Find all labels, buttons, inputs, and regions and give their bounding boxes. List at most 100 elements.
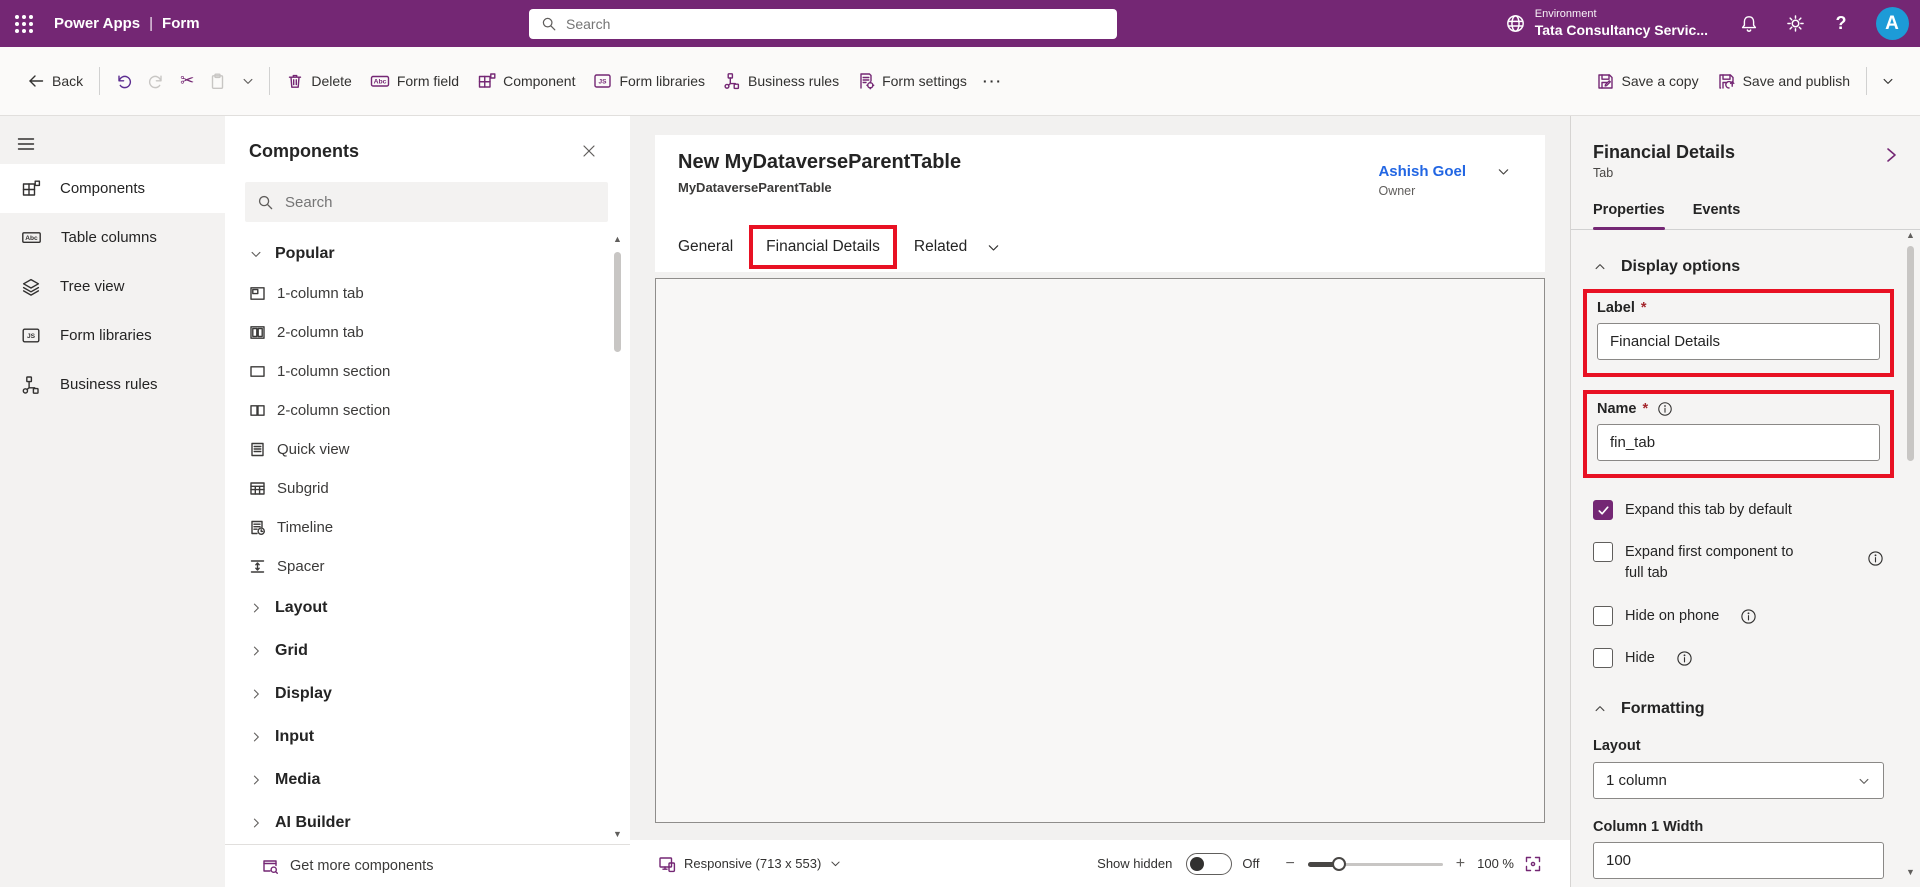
notifications-button[interactable] [1726, 0, 1772, 47]
components-search[interactable] [245, 182, 608, 222]
component-item-2-column-tab[interactable]: 2-column tab [249, 313, 630, 352]
zoom-out-button[interactable]: − [1281, 855, 1298, 873]
save-and-publish-button[interactable]: Save and publish [1708, 59, 1859, 103]
business-rules-button[interactable]: Business rules [714, 59, 848, 103]
label-input[interactable] [1597, 323, 1880, 360]
component-item-1-column-section[interactable]: 1-column section [249, 352, 630, 391]
environment-name: Tata Consultancy Servic... [1534, 21, 1708, 38]
components-scrollbar[interactable]: ▲ ▼ [610, 232, 625, 841]
form-settings-button[interactable]: Form settings [848, 59, 976, 103]
chevron-down-icon[interactable] [1496, 164, 1511, 179]
scrollbar-thumb[interactable] [614, 252, 621, 352]
formatting-section-header[interactable]: Formatting [1593, 700, 1884, 718]
scroll-up-arrow[interactable]: ▲ [1906, 228, 1915, 242]
cut-button[interactable]: ✂ [173, 59, 201, 103]
global-search-input[interactable] [566, 16, 1105, 32]
info-icon[interactable] [1657, 401, 1673, 417]
zoom-slider[interactable] [1307, 856, 1443, 871]
component-button[interactable]: Component [468, 59, 584, 103]
chevron-down-icon[interactable] [986, 240, 1001, 255]
component-item-timeline[interactable]: Timeline [249, 508, 630, 547]
info-icon[interactable] [1867, 550, 1884, 567]
show-hidden-toggle[interactable] [1186, 852, 1233, 875]
zoom-in-button[interactable]: + [1452, 855, 1469, 873]
form-libraries-button[interactable]: JS Form libraries [584, 59, 714, 103]
section-input[interactable]: Input [249, 715, 630, 758]
get-more-components-link[interactable]: Get more components [225, 844, 630, 887]
scroll-up-arrow[interactable]: ▲ [613, 232, 622, 246]
section-grid[interactable]: Grid [249, 629, 630, 672]
section-ai-builder[interactable]: AI Builder [249, 801, 630, 844]
rail-item-components[interactable]: Components [0, 164, 225, 213]
waffle-menu-button[interactable] [0, 0, 48, 47]
hide-on-phone-checkbox[interactable] [1593, 606, 1613, 627]
slider-thumb[interactable] [1331, 856, 1346, 871]
name-input[interactable] [1597, 424, 1880, 461]
section-layout[interactable]: Layout [249, 586, 630, 629]
expand-first-component-checkbox[interactable] [1593, 542, 1613, 562]
paste-dropdown-chevron[interactable] [234, 59, 262, 103]
hide-checkbox[interactable] [1593, 648, 1613, 669]
annotation-box-label-field: Label * [1583, 289, 1894, 377]
close-panel-button[interactable] [574, 136, 604, 166]
delete-button[interactable]: Delete [277, 59, 360, 103]
rail-item-business-rules[interactable]: Business rules [0, 360, 225, 409]
collapse-properties-button[interactable] [1882, 146, 1900, 169]
environment-picker[interactable]: Environment Tata Consultancy Servic... [1487, 0, 1726, 47]
toolbar-overflow-button[interactable]: ··· [976, 59, 1010, 103]
section-popular[interactable]: Popular [249, 234, 630, 274]
components-search-input[interactable] [285, 193, 596, 211]
scroll-down-arrow[interactable]: ▼ [613, 827, 622, 841]
owner-name-link[interactable]: Ashish Goel [1378, 163, 1466, 180]
toolbar-divider [269, 67, 271, 95]
chevron-right-icon [253, 818, 259, 827]
spacer-icon [250, 560, 265, 573]
column1-width-input[interactable] [1593, 842, 1884, 880]
expand-default-checkbox[interactable] [1593, 500, 1613, 520]
back-button[interactable]: Back [18, 59, 92, 103]
tab-properties[interactable]: Properties [1593, 202, 1665, 230]
rail-item-tree-view[interactable]: Tree view [0, 262, 225, 311]
display-options-section-header[interactable]: Display options [1593, 258, 1884, 276]
tab-events[interactable]: Events [1693, 202, 1741, 229]
component-item-1-column-tab[interactable]: 1-column tab [249, 274, 630, 313]
fit-to-screen-button[interactable] [1524, 855, 1542, 873]
form-tab-general[interactable]: General [678, 238, 750, 256]
tab-content-dropzone[interactable] [655, 278, 1545, 823]
layout-select[interactable]: 1 column [1593, 762, 1884, 800]
account-button[interactable]: A [1864, 0, 1920, 47]
responsive-preview-icon [659, 856, 676, 872]
section-media[interactable]: Media [249, 758, 630, 801]
section-display[interactable]: Display [249, 672, 630, 715]
component-item-spacer[interactable]: Spacer [249, 547, 630, 586]
left-navigation-rail: Components Abc Table columns Tree view J… [0, 116, 225, 887]
form-tab-related[interactable]: Related [897, 238, 984, 256]
global-search[interactable] [529, 9, 1117, 39]
info-icon[interactable] [1740, 608, 1757, 625]
scrollbar-thumb[interactable] [1907, 246, 1914, 461]
component-item-2-column-section[interactable]: 2-column section [249, 391, 630, 430]
rail-item-table-columns[interactable]: Abc Table columns [0, 213, 225, 262]
save-a-copy-button[interactable]: Save a copy [1587, 59, 1708, 103]
zoom-level-label: 100 % [1477, 856, 1514, 871]
component-item-subgrid[interactable]: Subgrid [249, 469, 630, 508]
info-icon[interactable] [1676, 650, 1693, 667]
help-button[interactable]: ? [1818, 0, 1864, 47]
form-tab-financial-details[interactable]: Financial Details [766, 238, 880, 255]
preview-size-selector[interactable]: Responsive (713 x 553) [658, 855, 842, 873]
collapse-rail-button[interactable] [2, 124, 50, 164]
rail-item-form-libraries[interactable]: JS Form libraries [0, 311, 225, 360]
settings-button[interactable] [1772, 0, 1818, 47]
redo-button[interactable] [140, 59, 173, 103]
scroll-down-arrow[interactable]: ▼ [1906, 865, 1915, 879]
components-list: Popular 1-column tab 2-column tab 1-colu… [225, 232, 630, 844]
paste-button[interactable] [201, 59, 234, 103]
hamburger-icon [17, 138, 35, 150]
undo-button[interactable] [107, 59, 140, 103]
component-item-quick-view[interactable]: Quick view [249, 430, 630, 469]
one-column-tab-icon [250, 287, 265, 300]
properties-scrollbar[interactable]: ▲ ▼ [1903, 228, 1918, 879]
chevron-down-icon [251, 251, 261, 257]
form-field-button[interactable]: Abc Form field [361, 59, 468, 103]
save-options-chevron[interactable] [1874, 59, 1902, 103]
